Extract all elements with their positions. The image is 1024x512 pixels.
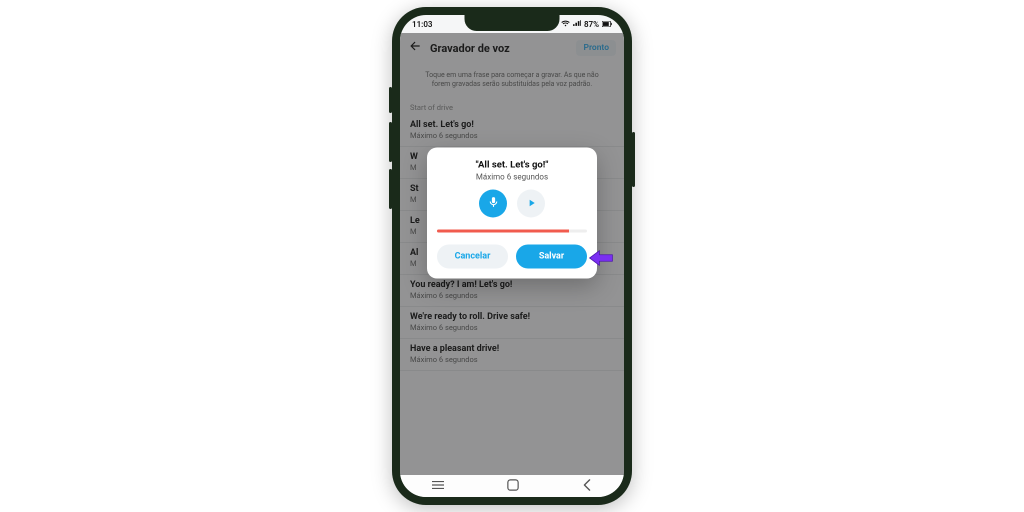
nav-back-icon[interactable] <box>582 479 592 494</box>
record-modal: "All set. Let's go!" Máximo 6 segundos <box>427 147 597 278</box>
notch <box>465 15 560 31</box>
cancel-button[interactable]: Cancelar <box>437 244 508 268</box>
modal-title: "All set. Let's go!" <box>437 159 587 170</box>
nav-home-icon[interactable] <box>507 479 519 494</box>
tutorial-arrow-icon <box>588 249 614 267</box>
play-icon <box>526 194 537 213</box>
nav-recent-icon[interactable] <box>432 480 444 493</box>
microphone-icon <box>487 194 500 213</box>
modal-controls <box>437 189 587 217</box>
modal-subtitle: Máximo 6 segundos <box>437 172 587 181</box>
phone-power-button <box>632 132 635 187</box>
status-time: 11:03 <box>412 20 432 29</box>
status-right: 87% <box>561 20 612 29</box>
save-button[interactable]: Salvar <box>516 244 587 268</box>
android-navbar <box>400 475 624 497</box>
modal-actions: Cancelar Salvar <box>437 244 587 268</box>
phone-volume-up <box>389 122 392 162</box>
progress-bar <box>437 229 587 232</box>
phone-side-button <box>389 87 392 113</box>
play-button[interactable] <box>517 189 545 217</box>
phone-frame: 11:03 87% Gravador de voz Pronto <box>392 7 632 505</box>
screen: 11:03 87% Gravador de voz Pronto <box>400 15 624 497</box>
signal-icon <box>573 20 581 29</box>
record-button[interactable] <box>479 189 507 217</box>
progress-fill <box>437 229 569 232</box>
phone-volume-down <box>389 169 392 209</box>
battery-icon <box>602 20 612 29</box>
wifi-icon <box>561 20 570 29</box>
battery-text: 87% <box>584 20 599 29</box>
